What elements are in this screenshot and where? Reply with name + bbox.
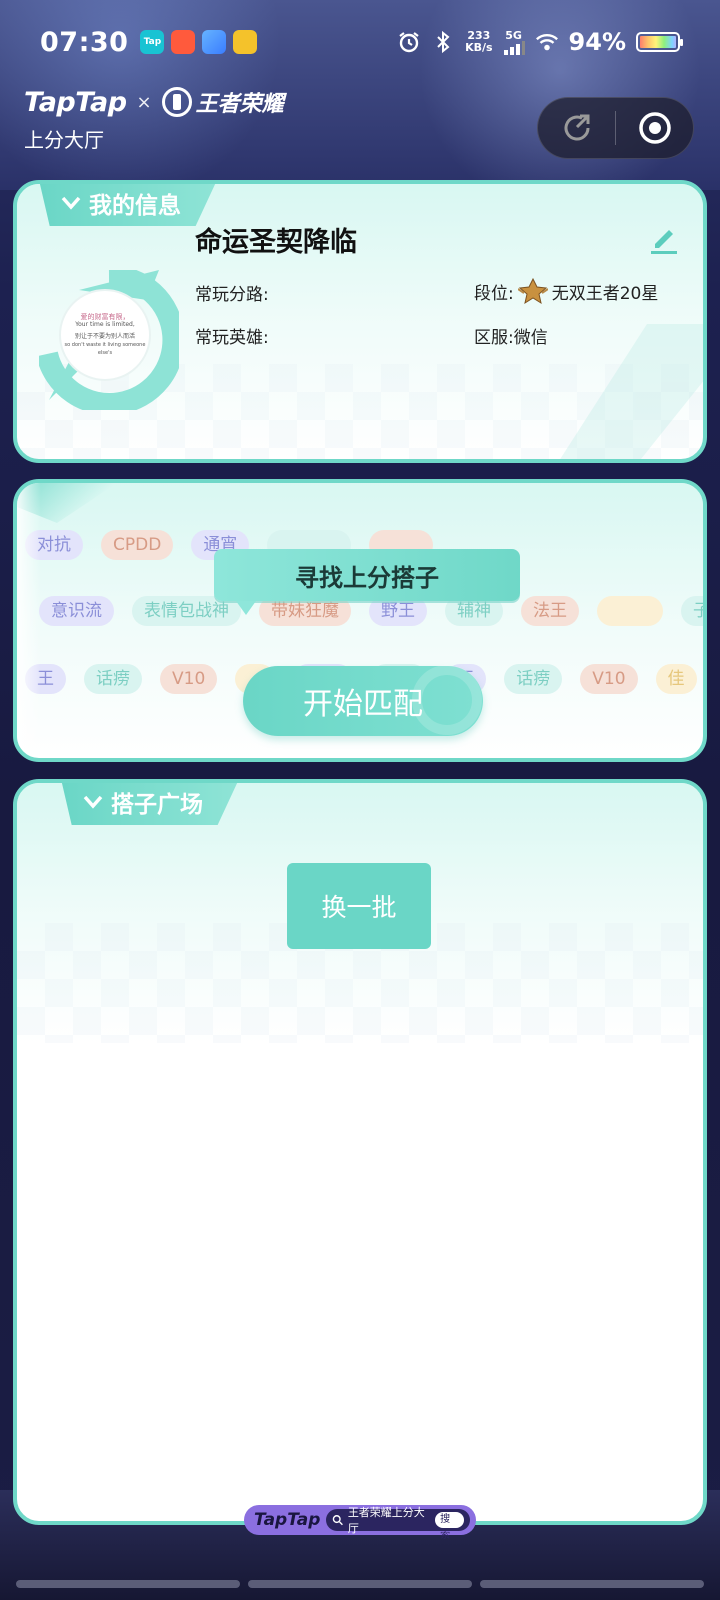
taptap-app-icon: Tap	[140, 30, 165, 54]
server-label: 区服:微信	[474, 328, 548, 348]
taptap-badge-logo: TapTap	[254, 1510, 321, 1530]
notification-icons: Tap	[140, 30, 258, 54]
battery-percent: 94%	[568, 28, 626, 56]
my-info-card: 我的信息 爱的财富有限， Your time is limited, 别让于不要…	[13, 180, 707, 463]
rank-row: 段位: 无双王者20星	[474, 277, 658, 305]
rank-label: 段位:	[474, 283, 514, 304]
mini-program-capsule	[537, 97, 694, 159]
avatar[interactable]: 爱的财富有限， Your time is limited, 别让于不要为别人而活…	[59, 289, 151, 381]
button-decoration	[412, 665, 482, 735]
tag-chip: 意识流	[39, 596, 114, 626]
bluetooth-icon	[431, 30, 455, 54]
wifi-icon	[535, 30, 559, 54]
signal-bars-icon	[503, 40, 525, 55]
tag-chip: 子	[681, 596, 703, 626]
game-logo-text: 王者荣耀	[195, 92, 284, 117]
my-info-title: 我的信息	[89, 193, 181, 219]
share-button[interactable]	[538, 98, 615, 158]
hero-label: 常玩英雄:	[195, 328, 269, 348]
avatar-text-line: 爱的财富有限，	[80, 313, 130, 321]
badge-search-text: 王者荣耀上分大厅	[347, 1506, 425, 1535]
cellular-signal: 5G	[503, 30, 525, 55]
close-miniprogram-button[interactable]	[616, 98, 693, 158]
network-type: 5G	[505, 28, 522, 42]
badge-search-box: 王者荣耀上分大厅 搜索	[326, 1506, 470, 1541]
chevron-down-icon	[83, 792, 103, 812]
rank-badge-icon	[517, 277, 548, 305]
badge-search-button: 搜索	[435, 1512, 464, 1541]
taptap-logo: TapTap	[24, 86, 127, 118]
game-app-icon	[233, 30, 258, 54]
share-icon	[564, 114, 589, 141]
tag-chip: 法王	[521, 596, 579, 626]
brand-cross: ×	[136, 91, 152, 113]
edit-profile-button[interactable]	[647, 222, 681, 256]
tag-chip	[597, 596, 663, 626]
tag-chip: CPDD	[101, 530, 174, 560]
game-logo: 王者荣耀	[161, 86, 284, 118]
page-header: TapTap × 王者荣耀 上分大厅	[24, 86, 284, 153]
status-time: 07:30	[40, 26, 129, 58]
find-partner-bubble: 寻找上分搭子	[214, 549, 520, 615]
refresh-batch-button[interactable]: 换一批	[287, 863, 431, 949]
page-subtitle: 上分大厅	[24, 128, 104, 152]
files-app-icon	[202, 30, 227, 54]
network-speed: 233 KB/s	[465, 30, 492, 54]
system-nav-bar	[0, 1580, 720, 1600]
tag-chip: 话痨	[84, 664, 142, 694]
tag-chip: 佳	[655, 664, 697, 694]
avatar-text-line: 别让于不要为别人而活	[74, 333, 135, 340]
nickname: 命运圣契降临	[195, 227, 357, 258]
game-logo-icon	[161, 87, 192, 117]
partner-plaza-title: 搭子广场	[111, 792, 203, 818]
my-info-tag[interactable]: 我的信息	[39, 184, 217, 226]
partner-plaza-card: 搭子广场 换一批	[13, 779, 707, 1525]
status-right: 233 KB/s 5G 94%	[397, 28, 683, 56]
battery-icon	[636, 32, 683, 52]
target-icon	[638, 112, 671, 144]
taptap-search-badge[interactable]: TapTap 王者荣耀上分大厅 搜索	[244, 1505, 476, 1541]
nav-handle-left[interactable]	[16, 1580, 240, 1588]
partner-plaza-tag[interactable]: 搭子广场	[61, 783, 239, 825]
tag-chip: 话痨	[504, 664, 563, 694]
tag-chip: V10	[160, 664, 218, 694]
alarm-icon	[397, 30, 421, 54]
status-bar: 07:30 Tap 233 KB/s 5G 94%	[0, 0, 720, 84]
lane-label: 常玩分路:	[195, 285, 269, 305]
nav-handle-right[interactable]	[480, 1580, 704, 1588]
avatar-text-line: Your time is limited,	[75, 321, 135, 328]
avatar-text-line: so don't waste it living someone else's	[64, 342, 146, 356]
pencil-icon	[651, 230, 677, 254]
nav-handle-center[interactable]	[248, 1580, 472, 1588]
rank-value: 无双王者20星	[551, 283, 659, 304]
search-icon	[333, 1515, 344, 1526]
tag-chip: V10	[580, 664, 638, 694]
chevron-down-icon	[61, 193, 81, 213]
brand-row: TapTap × 王者荣耀	[24, 86, 284, 118]
shopping-app-icon	[171, 30, 196, 54]
network-speed-unit: KB/s	[465, 41, 493, 54]
tag-fade	[17, 483, 41, 758]
matching-card: 对抗 CPDD 通宵 意识流 表情包战神 带妹狂魔 野王 辅神 法王 子 王 话…	[13, 479, 707, 762]
